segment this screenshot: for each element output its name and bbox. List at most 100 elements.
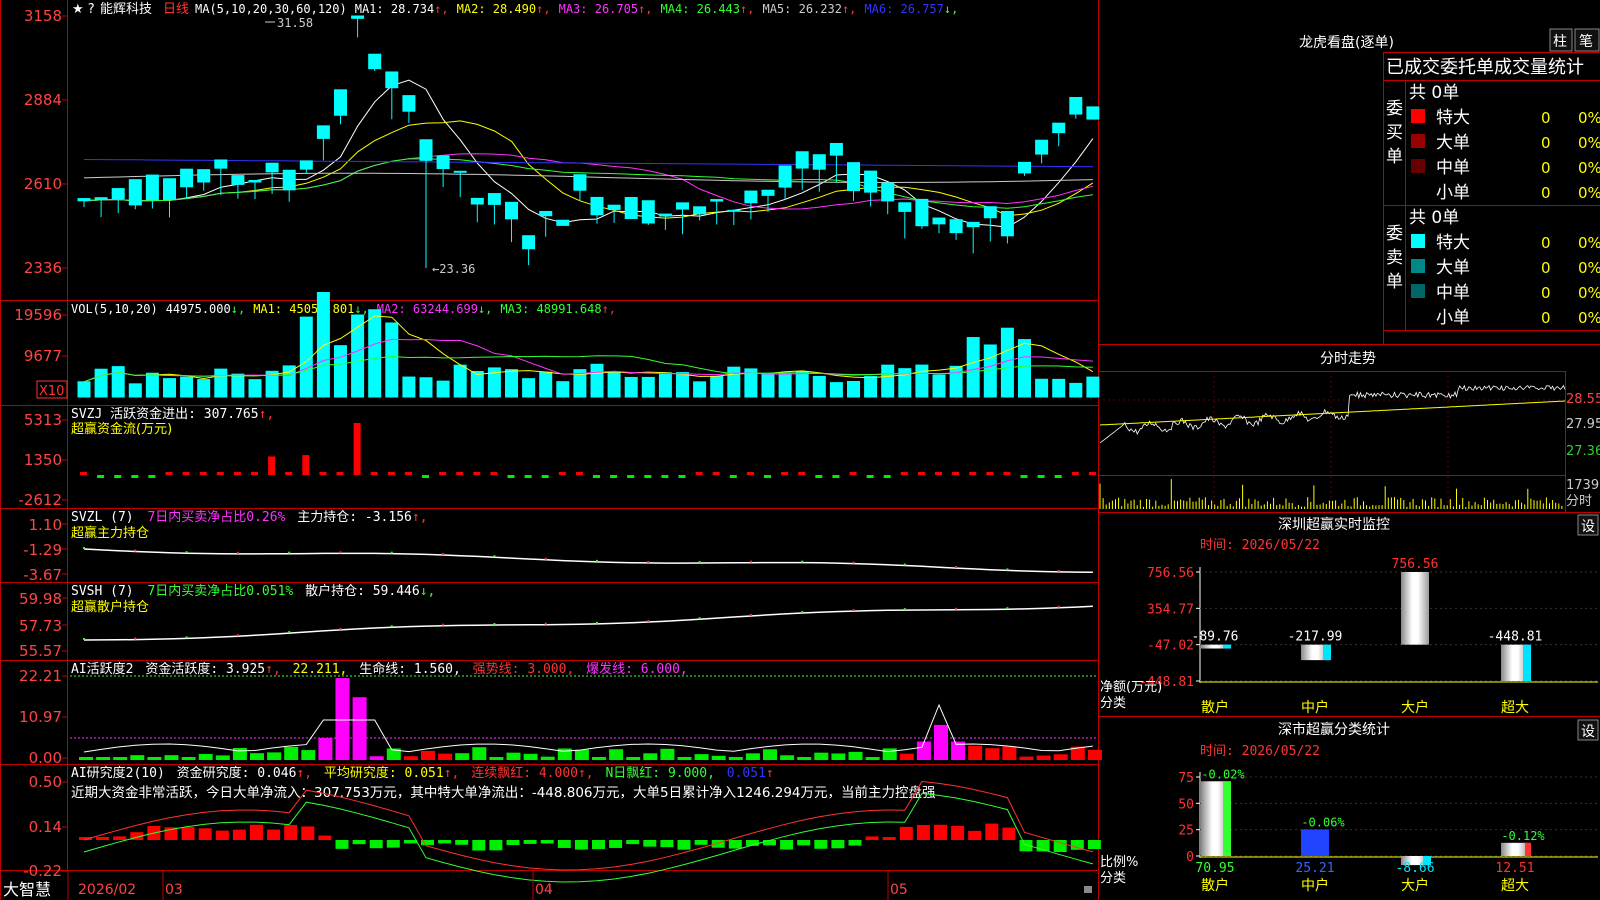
main-position-line-dot <box>1057 569 1060 572</box>
research-bar <box>472 840 486 851</box>
volume-bar <box>248 379 262 398</box>
vol-axis: 19596 9677 <box>14 306 62 365</box>
stock-chart-workspace[interactable]: ★ ? 能辉科技 日线 MA(5,10,20,30,60,120) MA1: 28… <box>0 0 1600 900</box>
candle-body <box>419 139 433 161</box>
fundflow-bar <box>473 472 481 475</box>
intraday-axis: 28.55 27.95 27.36 1739 分时 <box>1566 392 1600 509</box>
sz-class-title: 深市超赢分类统计 <box>1278 721 1390 738</box>
fundflow-bar <box>832 475 840 478</box>
volume-bar <box>1086 376 1100 398</box>
candle-body <box>282 169 296 191</box>
bar-delta-label: -0.02% <box>1201 767 1245 781</box>
activity-bar <box>523 753 538 760</box>
activity-bar <box>232 747 247 760</box>
research-bar <box>916 824 930 840</box>
candle-body <box>265 162 279 173</box>
lock-icon[interactable] <box>1084 886 1092 893</box>
fundflow-bar <box>610 475 618 478</box>
date-axis: 2026/02 03 04 05 <box>67 870 908 900</box>
brand-logo: 大智慧 <box>3 880 51 899</box>
bar-value-label: 70.95 <box>1195 861 1234 876</box>
candle-body <box>145 174 159 201</box>
volume-bar <box>590 363 604 398</box>
bar-散户 <box>1201 781 1231 856</box>
retail-position-line-dot <box>903 608 906 611</box>
research-bar <box>609 840 623 848</box>
candle <box>316 125 330 161</box>
volume-bar <box>163 378 176 398</box>
fundflow-bar <box>251 472 258 475</box>
svg-text:22.21: 22.21 <box>19 667 62 685</box>
fundflow-bar <box>507 475 515 478</box>
fundflow-bar <box>695 472 703 475</box>
order-type: 特大 <box>1436 108 1470 128</box>
high-annotation: 31.58 <box>277 16 313 30</box>
svg-text:-2612: -2612 <box>18 491 62 509</box>
bar-accent <box>1525 842 1531 856</box>
candle-body <box>487 193 501 205</box>
fundflow-bar <box>764 475 771 478</box>
activity-bar <box>968 745 983 760</box>
fundflow-bar <box>199 472 207 475</box>
svzl-chart[interactable] <box>83 547 1093 574</box>
fundflow-bar <box>148 475 156 478</box>
candle-body <box>214 159 228 169</box>
activity-bar <box>711 755 726 760</box>
research-bar <box>643 840 657 847</box>
bar-category-label: 散户 <box>1201 699 1229 716</box>
fundflow-bar <box>97 475 105 478</box>
summary-text: 近期大资金非常活跃，今日大单净流入：307.753万元，其中特大单净流出：-44… <box>71 784 936 801</box>
research-bar <box>96 837 110 840</box>
main-position-line-dot <box>83 547 85 549</box>
svg-text:0.00: 0.00 <box>29 749 62 767</box>
price-chart[interactable] <box>77 15 1100 268</box>
activity-bar <box>763 749 777 760</box>
svzj-chart[interactable] <box>80 423 1096 478</box>
research-bar <box>694 840 708 845</box>
fundflow-bar <box>1088 472 1096 475</box>
activity-bar <box>352 697 367 760</box>
volume-bar <box>505 369 518 398</box>
order-type: 中单 <box>1436 283 1470 303</box>
ai-research-legend: AI研究度2(10) 资金研究度: 0.046↑, 平均研究度: 0.051↑,… <box>71 765 774 781</box>
candle-body <box>949 219 963 234</box>
research-bar <box>797 840 811 846</box>
retail-position-line-dot <box>1057 605 1060 608</box>
fundflow-bar <box>678 475 686 478</box>
fundflow-bar <box>370 472 378 475</box>
ai-activity-chart[interactable] <box>70 675 1102 760</box>
vol-tick: 19596 <box>14 306 62 324</box>
research-bar <box>831 840 845 849</box>
candle <box>693 206 707 221</box>
sz-monitor-chart[interactable]: 756.56 354.77 -47.02 -448.81 净额(万元)分类 -89.76 散… <box>1100 557 1598 716</box>
volume-bar <box>898 368 912 398</box>
main-position-line-dot <box>134 549 137 552</box>
volume-bar <box>128 383 142 398</box>
legend-value: MA5: 26.232 <box>762 2 841 16</box>
legend-arrow: ↓, <box>354 302 368 316</box>
bar-axis-label: 354.77 <box>1147 602 1194 617</box>
candle <box>898 202 912 239</box>
order-total: 共 0单 <box>1409 208 1459 228</box>
sz-class-chart[interactable]: 75 50 25 0 比例%分类 70.95 -0.02% 散户 25.21 -0.06% 中户 -8… <box>1100 767 1598 894</box>
research-bar <box>1002 827 1016 840</box>
volume-bar <box>94 368 108 398</box>
order-color-swatch <box>1411 259 1425 273</box>
fundflow-bar <box>165 472 173 475</box>
candle-body <box>898 202 912 212</box>
retail-position-line-dot <box>698 617 701 620</box>
legend-arrow: ↑, <box>740 2 754 16</box>
volume-bar <box>368 309 382 398</box>
volume-bar <box>419 377 433 398</box>
bar-category-label: 超大 <box>1501 878 1529 894</box>
activity-bar <box>540 756 555 760</box>
intraday-chart[interactable] <box>1098 371 1566 512</box>
volume-bar <box>145 372 159 398</box>
fundflow-bar <box>422 475 429 478</box>
volume-bar <box>778 372 792 398</box>
svsh-chart[interactable] <box>83 605 1093 641</box>
volume-bar <box>1035 378 1049 398</box>
order-percent: 0% <box>1578 234 1600 252</box>
research-bar <box>506 840 520 845</box>
volume-bar <box>1052 378 1066 398</box>
